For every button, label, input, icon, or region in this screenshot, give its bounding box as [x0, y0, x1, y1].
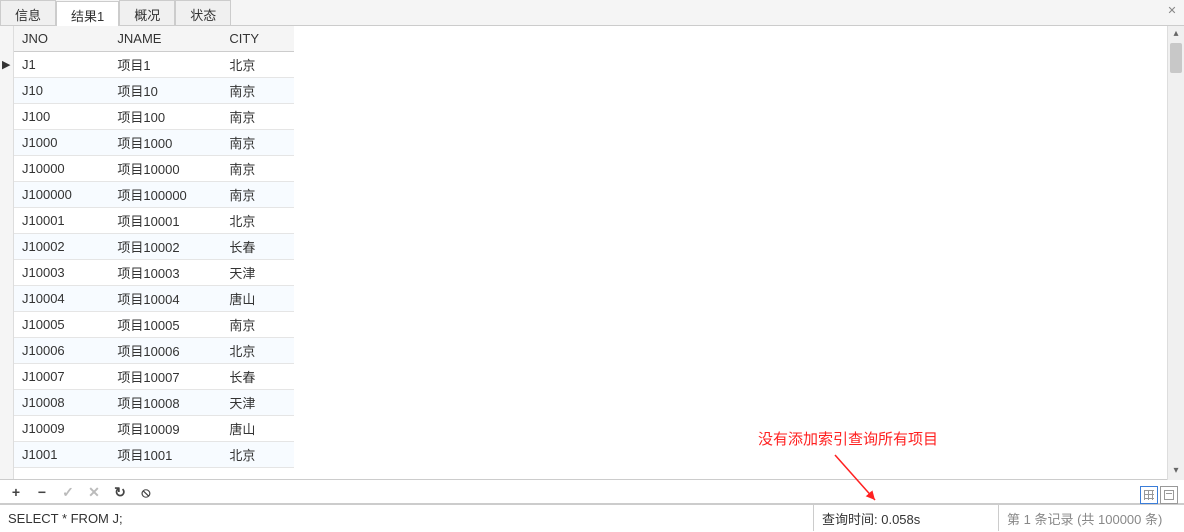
- cell-jname[interactable]: 项目10003: [109, 259, 221, 285]
- cell-city[interactable]: 北京: [221, 207, 294, 233]
- table-row[interactable]: J10005项目10005南京: [14, 311, 294, 337]
- result-grid[interactable]: JNO JNAME CITY J1项目1北京J10项目10南京J100项目100…: [14, 26, 1184, 479]
- table-row[interactable]: J10008项目10008天津: [14, 389, 294, 415]
- table-row[interactable]: J10002项目10002长春: [14, 233, 294, 259]
- status-query-time: 查询时间: 0.058s: [814, 505, 999, 531]
- cancel-button: ✕: [86, 484, 102, 500]
- cell-city[interactable]: 北京: [221, 337, 294, 363]
- cell-jname[interactable]: 项目10002: [109, 233, 221, 259]
- table-row[interactable]: J10009项目10009唐山: [14, 415, 294, 441]
- cell-city[interactable]: 北京: [221, 441, 294, 467]
- col-header-jno[interactable]: JNO: [14, 26, 109, 51]
- cell-city[interactable]: 唐山: [221, 415, 294, 441]
- table-row[interactable]: J100项目100南京: [14, 103, 294, 129]
- grid-view-icon[interactable]: [1140, 486, 1158, 504]
- cell-jno[interactable]: J1: [14, 51, 109, 77]
- tab-info[interactable]: 信息: [0, 0, 56, 25]
- status-bar: SELECT * FROM J; 查询时间: 0.058s 第 1 条记录 (共…: [0, 504, 1184, 531]
- cell-jname[interactable]: 项目1001: [109, 441, 221, 467]
- cell-city[interactable]: 天津: [221, 259, 294, 285]
- status-record-info: 第 1 条记录 (共 100000 条): [999, 505, 1184, 531]
- cell-jname[interactable]: 项目10007: [109, 363, 221, 389]
- cell-city[interactable]: 南京: [221, 103, 294, 129]
- remove-row-button[interactable]: −: [34, 484, 50, 500]
- cell-jno[interactable]: J100000: [14, 181, 109, 207]
- table-row[interactable]: J1000项目1000南京: [14, 129, 294, 155]
- cell-jno[interactable]: J10006: [14, 337, 109, 363]
- form-view-icon[interactable]: [1160, 486, 1178, 504]
- table-row[interactable]: J10项目10南京: [14, 77, 294, 103]
- cell-jno[interactable]: J10004: [14, 285, 109, 311]
- add-row-button[interactable]: +: [8, 484, 24, 500]
- record-toolbar: + − ✓ ✕ ↻ ⦸: [0, 480, 1184, 504]
- tab-status[interactable]: 状态: [175, 0, 231, 25]
- cell-jno[interactable]: J10001: [14, 207, 109, 233]
- tab-result1[interactable]: 结果1: [56, 1, 119, 26]
- table-row[interactable]: J10003项目10003天津: [14, 259, 294, 285]
- table-row[interactable]: J10007项目10007长春: [14, 363, 294, 389]
- table-row[interactable]: J10000项目10000南京: [14, 155, 294, 181]
- cell-city[interactable]: 南京: [221, 129, 294, 155]
- cell-city[interactable]: 北京: [221, 51, 294, 77]
- stop-button[interactable]: ⦸: [138, 484, 154, 500]
- view-mode-switch: [1140, 486, 1178, 504]
- cell-jname[interactable]: 项目10004: [109, 285, 221, 311]
- close-icon[interactable]: ✕: [1164, 4, 1180, 20]
- row-gutter: ▶: [0, 26, 14, 479]
- cell-jno[interactable]: J10009: [14, 415, 109, 441]
- table-row[interactable]: J1项目1北京: [14, 51, 294, 77]
- cell-city[interactable]: 长春: [221, 363, 294, 389]
- cell-jname[interactable]: 项目10008: [109, 389, 221, 415]
- cell-jno[interactable]: J1001: [14, 441, 109, 467]
- cell-jno[interactable]: J10007: [14, 363, 109, 389]
- tab-bar: 信息 结果1 概况 状态: [0, 0, 1184, 26]
- cell-jno[interactable]: J10: [14, 77, 109, 103]
- refresh-button[interactable]: ↻: [112, 484, 128, 500]
- result-grid-area: ▶ JNO JNAME CITY J1项目1北京J10项目10南京J100项目1…: [0, 26, 1184, 480]
- cell-jname[interactable]: 项目1000: [109, 129, 221, 155]
- status-sql: SELECT * FROM J;: [0, 505, 814, 531]
- scroll-thumb[interactable]: [1170, 43, 1182, 73]
- cell-jname[interactable]: 项目10001: [109, 207, 221, 233]
- cell-city[interactable]: 南京: [221, 181, 294, 207]
- cell-jname[interactable]: 项目10009: [109, 415, 221, 441]
- tab-overview[interactable]: 概况: [119, 0, 175, 25]
- cell-jno[interactable]: J10003: [14, 259, 109, 285]
- cell-jno[interactable]: J10000: [14, 155, 109, 181]
- cell-city[interactable]: 唐山: [221, 285, 294, 311]
- cell-jname[interactable]: 项目10006: [109, 337, 221, 363]
- cell-jname[interactable]: 项目100000: [109, 181, 221, 207]
- scroll-down-icon[interactable]: ▾: [1168, 463, 1184, 480]
- cell-jno[interactable]: J10002: [14, 233, 109, 259]
- cell-city[interactable]: 南京: [221, 77, 294, 103]
- cell-jno[interactable]: J10005: [14, 311, 109, 337]
- table-row[interactable]: J1001项目1001北京: [14, 441, 294, 467]
- cell-city[interactable]: 天津: [221, 389, 294, 415]
- cell-city[interactable]: 南京: [221, 155, 294, 181]
- current-row-pointer-icon: ▶: [2, 58, 10, 71]
- cell-jname[interactable]: 项目100: [109, 103, 221, 129]
- col-header-city[interactable]: CITY: [221, 26, 294, 51]
- vertical-scrollbar[interactable]: ▴ ▾: [1167, 26, 1184, 480]
- cell-jno[interactable]: J100: [14, 103, 109, 129]
- commit-button: ✓: [60, 484, 76, 500]
- table-row[interactable]: J10001项目10001北京: [14, 207, 294, 233]
- cell-jno[interactable]: J10008: [14, 389, 109, 415]
- cell-city[interactable]: 南京: [221, 311, 294, 337]
- col-header-jname[interactable]: JNAME: [109, 26, 221, 51]
- cell-jno[interactable]: J1000: [14, 129, 109, 155]
- scroll-up-icon[interactable]: ▴: [1168, 26, 1184, 43]
- cell-jname[interactable]: 项目10005: [109, 311, 221, 337]
- cell-jname[interactable]: 项目10000: [109, 155, 221, 181]
- table-row[interactable]: J10004项目10004唐山: [14, 285, 294, 311]
- table-row[interactable]: J10006项目10006北京: [14, 337, 294, 363]
- cell-city[interactable]: 长春: [221, 233, 294, 259]
- cell-jname[interactable]: 项目1: [109, 51, 221, 77]
- table-row[interactable]: J100000项目100000南京: [14, 181, 294, 207]
- cell-jname[interactable]: 项目10: [109, 77, 221, 103]
